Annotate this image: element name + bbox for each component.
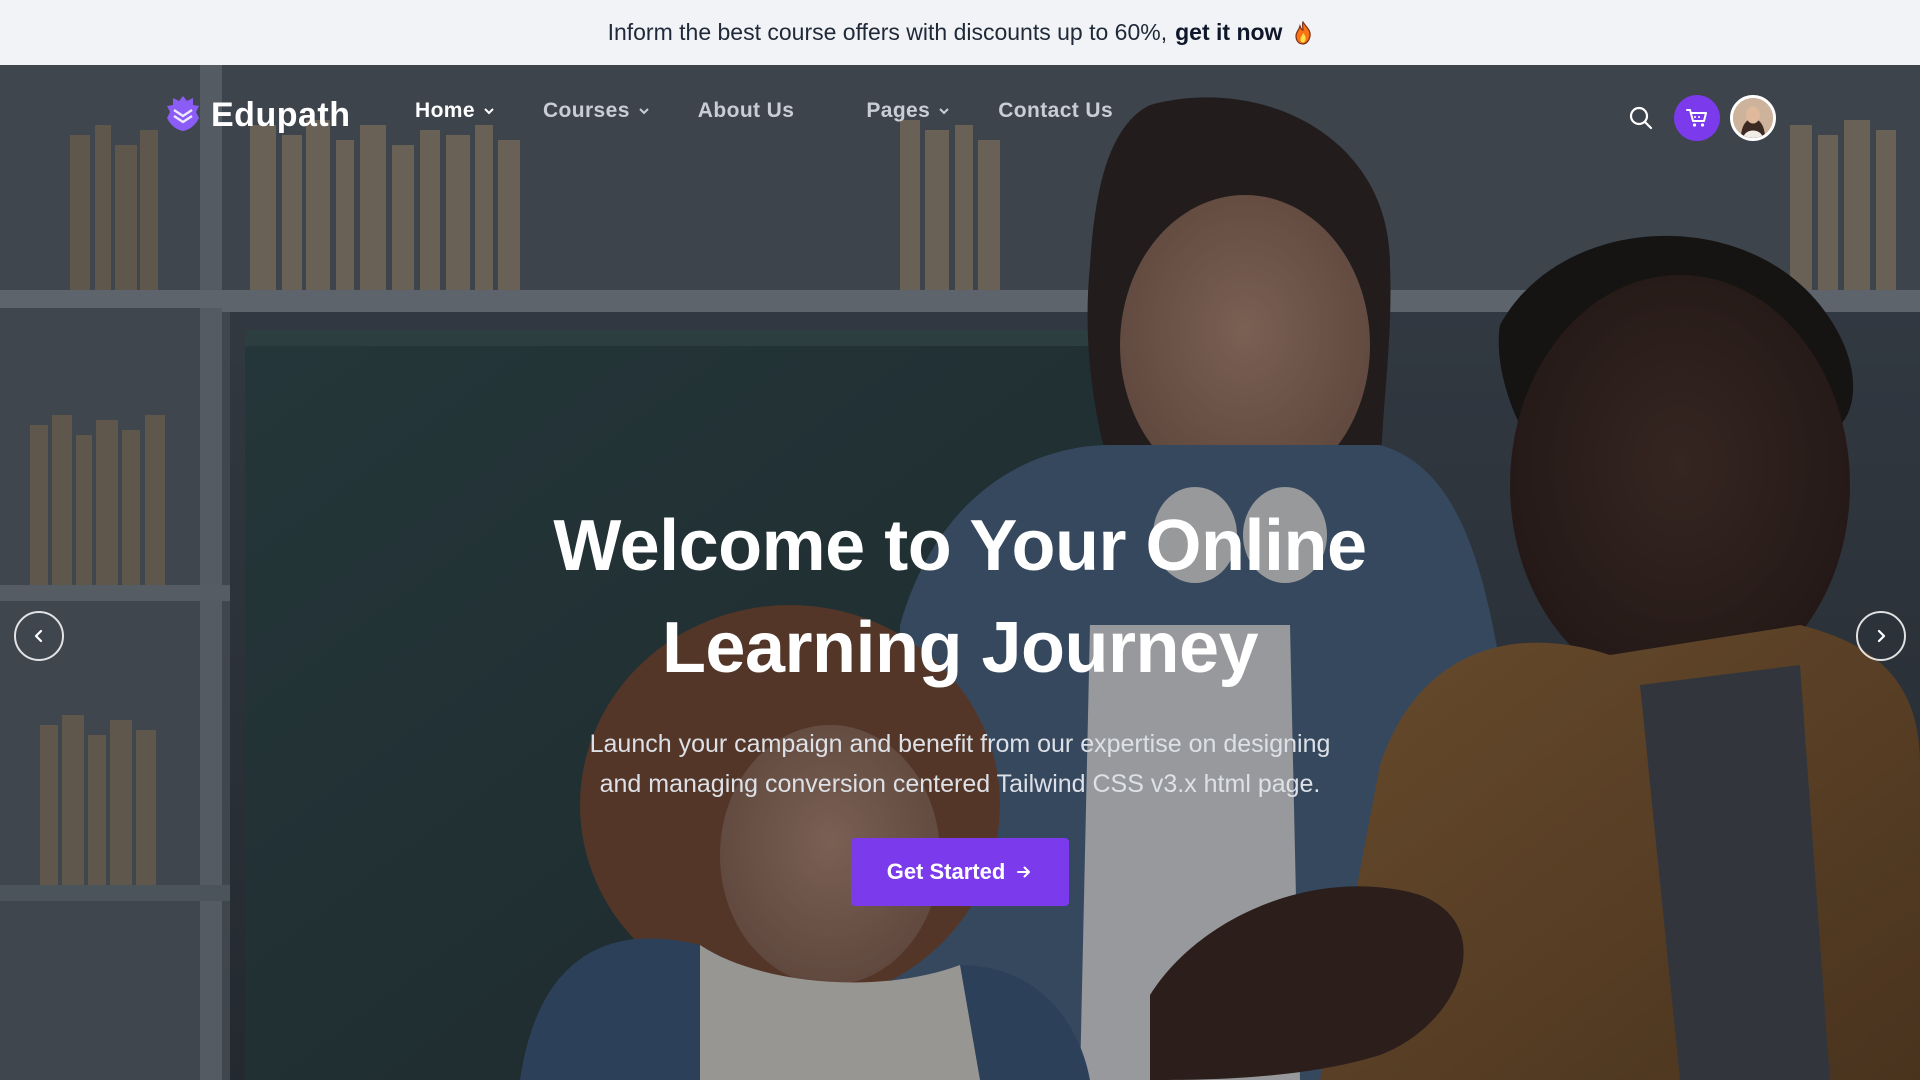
get-started-label: Get Started: [886, 859, 1006, 884]
nav-item-about-us[interactable]: About Us: [698, 99, 795, 123]
hero-subtitle-line-1: Launch your campaign and benefit from ou…: [589, 730, 1331, 758]
search-icon: [1629, 106, 1653, 130]
main-nav: Home Courses About Us Pages Contact Us: [415, 99, 1113, 123]
nav-item-pages[interactable]: Pages: [866, 99, 950, 123]
slider-prev-button[interactable]: [14, 611, 64, 661]
brand-name: Edupath: [211, 95, 351, 134]
nav-item-label: Contact Us: [998, 99, 1114, 122]
nav-item-home[interactable]: Home: [415, 99, 495, 123]
edupath-shield-logo-icon: [165, 94, 201, 137]
user-avatar[interactable]: [1730, 95, 1776, 141]
chevron-left-icon: [34, 629, 43, 643]
cart-icon: [1686, 109, 1707, 127]
nav-item-courses[interactable]: Courses: [543, 99, 650, 123]
nav-item-label: Courses: [542, 99, 630, 122]
chevron-right-icon: [1877, 629, 1886, 643]
cart-button[interactable]: [1674, 95, 1720, 141]
hero-subtitle: Launch your campaign and benefit from ou…: [500, 724, 1420, 804]
chevron-down-icon: [639, 108, 649, 115]
nav-item-contact-us[interactable]: Contact Us: [998, 99, 1113, 123]
arrow-right-icon: [1017, 866, 1031, 878]
hero-title-line-2: Learning Journey: [661, 608, 1259, 688]
hero-title-line-1: Welcome to Your Online: [553, 506, 1367, 586]
chevron-down-icon: [939, 108, 949, 115]
hero-title: Welcome to Your Online Learning Journey: [460, 495, 1460, 699]
announcement-text: Inform the best course offers with disco…: [607, 19, 1168, 45]
nav-item-label: About Us: [697, 99, 795, 122]
announcement-bar: Inform the best course offers with disco…: [0, 0, 1920, 65]
search-button[interactable]: [1618, 95, 1664, 141]
nav-item-label: Home: [415, 99, 475, 122]
announcement-cta-link[interactable]: get it now: [1175, 19, 1282, 46]
hero-subtitle-line-2: and managing conversion centered Tailwin…: [599, 770, 1321, 798]
header-actions: [1618, 95, 1776, 141]
get-started-button[interactable]: Get Started: [851, 838, 1069, 906]
brand-logo[interactable]: Edupath: [165, 93, 350, 137]
chevron-down-icon: [484, 108, 494, 115]
nav-item-label: Pages: [866, 99, 931, 122]
fire-icon: [1294, 20, 1312, 45]
slider-next-button[interactable]: [1856, 611, 1906, 661]
site-header: Edupath Home Courses About Us Pages Cont…: [0, 65, 1920, 173]
